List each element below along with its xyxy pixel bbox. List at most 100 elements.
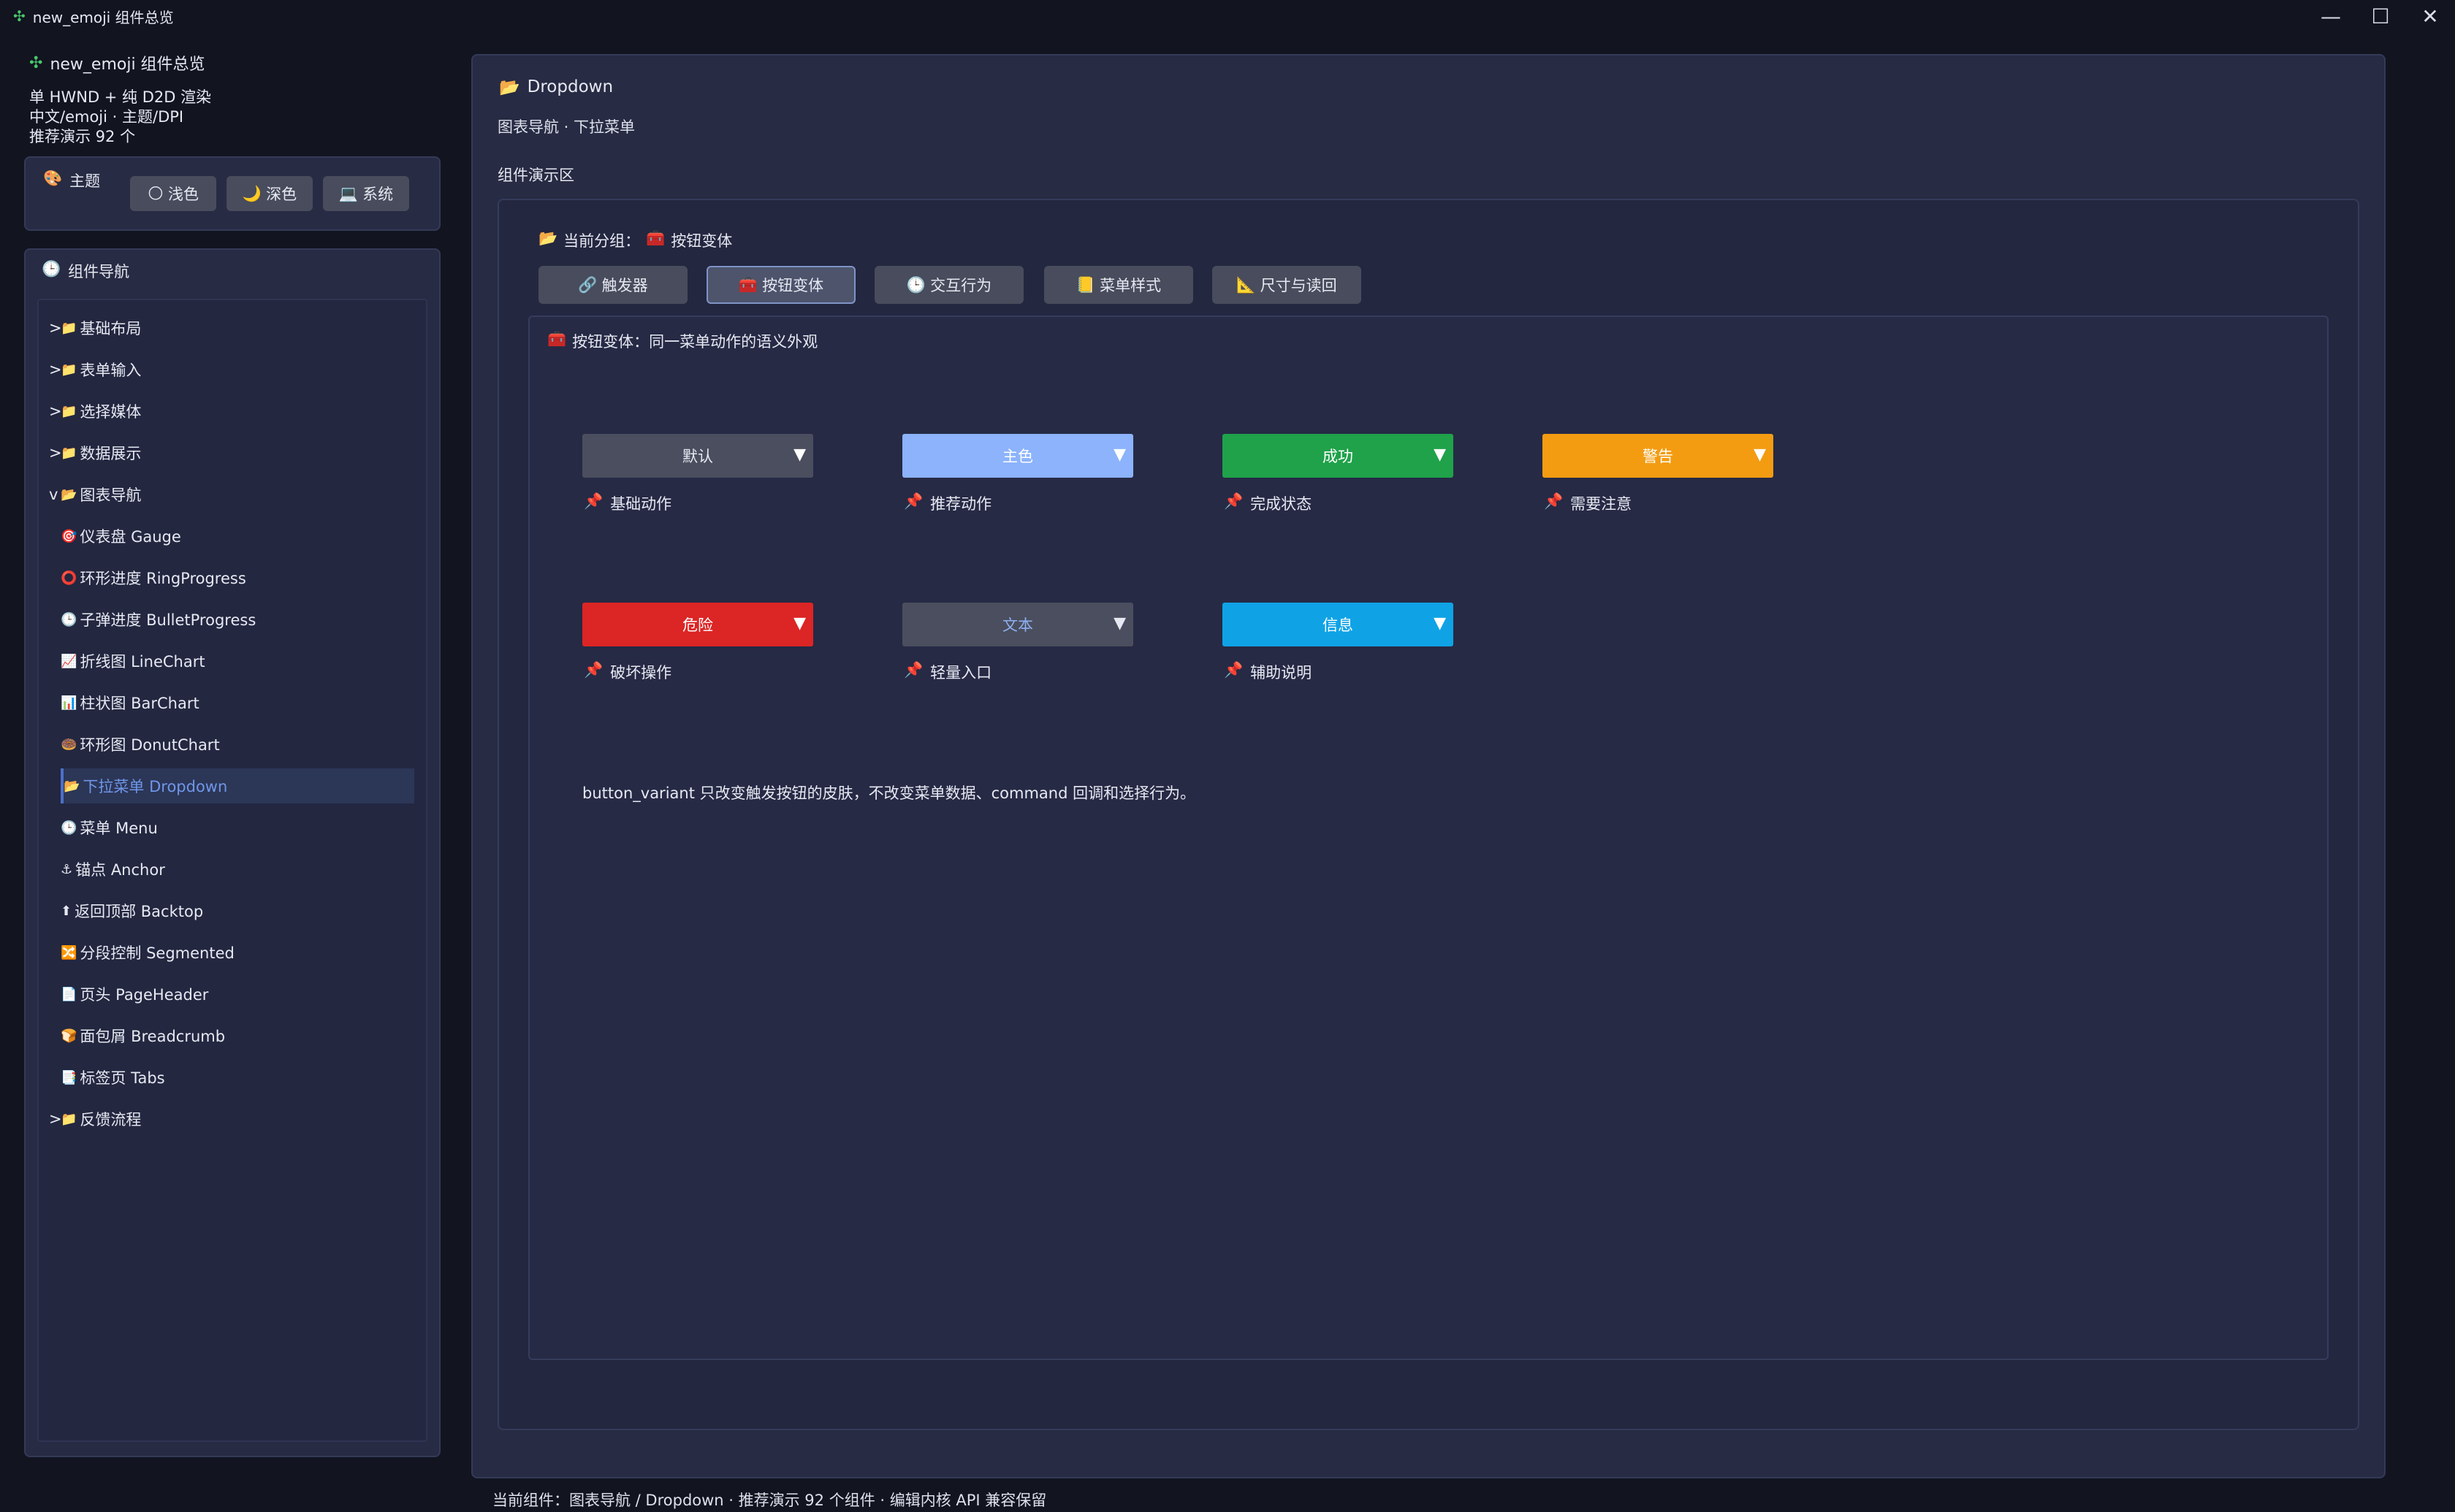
sidebar-item[interactable]: 📄 页头 PageHeader xyxy=(61,977,414,1012)
sidebar-item[interactable]: 🎯 仪表盘 Gauge xyxy=(61,519,414,554)
sidebar-item[interactable]: 🕒 菜单 Menu xyxy=(61,810,414,845)
caption-text: 基础动作 xyxy=(610,495,672,513)
maximize-button[interactable]: ☐ xyxy=(2356,0,2405,32)
variant-caption: 📌 破坏操作 xyxy=(584,661,671,683)
tab-button[interactable]: 📒 菜单样式 xyxy=(1044,266,1193,304)
nav-item-icon: 📊 xyxy=(61,695,77,711)
tab-icon: 🕒 xyxy=(906,275,926,294)
sidebar-item-label: 折线图 LineChart xyxy=(80,653,205,671)
sidebar-item-label: 图表导航 xyxy=(80,486,142,504)
nav-item-icon: 📁 xyxy=(61,1111,77,1127)
tab-button[interactable]: 📐 尺寸与读回 xyxy=(1212,266,1361,304)
variant-caption: 📌 推荐动作 xyxy=(904,492,991,514)
nav-item-icon: 📁 xyxy=(61,403,77,419)
current-group: 📂 当前分组： 🧰 按钮变体 xyxy=(538,229,732,251)
theme-system-button[interactable]: 💻 系统 xyxy=(323,176,409,211)
sidebar-item[interactable]: > 📁 反馈流程 xyxy=(49,1101,414,1137)
info-line-locale: 中文/emoji · 主题/DPI xyxy=(29,108,184,126)
sidebar-item[interactable]: 📈 折线图 LineChart xyxy=(61,644,414,679)
app-puzzle-icon: ✣ xyxy=(13,7,26,25)
clock-icon: 🕒 xyxy=(42,260,61,278)
group-label: 当前分组： xyxy=(563,232,641,250)
sidebar-item[interactable]: 🔀 分段控制 Segmented xyxy=(61,935,414,970)
theme-dark-button[interactable]: 🌙 深色 xyxy=(227,176,313,211)
folder-icon: 📂 xyxy=(499,78,520,97)
sidebar-item[interactable]: 📑 标签页 Tabs xyxy=(61,1060,414,1095)
sidebar-item-label: 面包屑 Breadcrumb xyxy=(80,1028,226,1045)
sidebar-item[interactable]: 📊 柱状图 BarChart xyxy=(61,685,414,720)
tab-button[interactable]: 🧰 按钮变体 xyxy=(707,266,856,304)
tab-button[interactable]: 🔗 触发器 xyxy=(538,266,688,304)
dropdown-trigger-button[interactable]: 警告 ▼ xyxy=(1542,434,1773,478)
pin-icon: 📌 xyxy=(1224,661,1244,679)
sidebar-item[interactable]: 🕒 子弹进度 BulletProgress xyxy=(61,602,414,637)
nav-item-icon: 📈 xyxy=(61,653,77,669)
caption-text: 轻量入口 xyxy=(930,664,992,681)
info-line-count: 推荐演示 92 个 xyxy=(29,128,136,145)
sidebar-item[interactable]: ⭕ 环形进度 RingProgress xyxy=(61,560,414,595)
sidebar-item-label: 标签页 Tabs xyxy=(80,1069,165,1087)
sidebar-item-label: 柱状图 BarChart xyxy=(80,695,199,712)
pin-icon: 📌 xyxy=(584,492,604,510)
dropdown-trigger-button[interactable]: 默认 ▼ xyxy=(582,434,813,478)
sidebar-item[interactable]: > 📁 选择媒体 xyxy=(49,394,414,429)
sidebar-item-label: 菜单 Menu xyxy=(80,820,158,837)
group-value: 按钮变体 xyxy=(671,232,733,250)
folder-icon: 📂 xyxy=(538,229,558,247)
dropdown-trigger-button[interactable]: 主色 ▼ xyxy=(902,434,1133,478)
page-title: Dropdown xyxy=(527,77,614,96)
sidebar-item[interactable]: > 📁 基础布局 xyxy=(49,310,414,345)
close-button[interactable]: ✕ xyxy=(2405,0,2455,32)
sidebar-item-label: 锚点 Anchor xyxy=(75,861,165,879)
expand-chevron-icon: > xyxy=(49,444,62,462)
moon-icon: 🌙 xyxy=(242,184,262,202)
dropdown-trigger-button[interactable]: 成功 ▼ xyxy=(1222,434,1453,478)
pin-icon: 📌 xyxy=(904,492,924,510)
title-bar: ✣ new_emoji 组件总览 — ☐ ✕ xyxy=(0,0,2455,32)
sidebar-item[interactable]: > 📁 表单输入 xyxy=(49,352,414,387)
dropdown-trigger-button[interactable]: 信息 ▼ xyxy=(1222,603,1453,646)
caret-down-icon: ▼ xyxy=(1434,614,1446,633)
sidebar-item[interactable]: ⚓ 锚点 Anchor xyxy=(61,852,414,887)
nav-item-icon: ⬆ xyxy=(61,903,72,919)
sidebar-item[interactable]: 🍞 面包屑 Breadcrumb xyxy=(61,1018,414,1053)
sidebar-item[interactable]: > 📁 数据展示 xyxy=(49,435,414,470)
maximize-icon: ☐ xyxy=(2371,4,2390,28)
nav-card: 🕒 组件导航 > 📁 基础布局 > 📁 表单输入 > 📁 选择媒体 > 📁 数据展示 v 📂 图表导航 🎯 仪表… xyxy=(24,248,441,1457)
minimize-button[interactable]: — xyxy=(2306,0,2356,32)
sidebar-item[interactable]: 📂 下拉菜单 Dropdown xyxy=(61,768,414,803)
sidebar-item-label: 下拉菜单 Dropdown xyxy=(83,778,228,795)
caption-text: 破坏操作 xyxy=(610,664,672,681)
caret-down-icon: ▼ xyxy=(793,446,806,464)
sidebar-item-label: 数据展示 xyxy=(80,445,142,462)
caret-down-icon: ▼ xyxy=(793,614,806,633)
nav-item-icon: 📁 xyxy=(61,320,77,336)
tab-icon: 🔗 xyxy=(578,275,598,294)
dropdown-trigger-button[interactable]: 危险 ▼ xyxy=(582,603,813,646)
variant-caption: 📌 完成状态 xyxy=(1224,492,1312,514)
sidebar-item[interactable]: v 📂 图表导航 xyxy=(49,477,414,512)
caret-down-icon: ▼ xyxy=(1434,446,1446,464)
theme-light-label: 浅色 xyxy=(167,186,199,203)
breadcrumb: 图表导航 · 下拉菜单 xyxy=(498,118,636,136)
nav-item-icon: 📁 xyxy=(61,362,77,378)
laptop-icon: 💻 xyxy=(338,184,359,202)
expand-chevron-icon: > xyxy=(49,402,62,420)
tab-button[interactable]: 🕒 交互行为 xyxy=(875,266,1024,304)
sidebar-item-label: 页头 PageHeader xyxy=(80,986,209,1004)
sidebar-item[interactable]: ⬆ 返回顶部 Backtop xyxy=(61,893,414,928)
theme-dark-label: 深色 xyxy=(266,186,297,203)
dropdown-label: 默认 xyxy=(682,448,713,465)
sidebar-item-label: 表单输入 xyxy=(80,362,142,379)
pin-icon: 📌 xyxy=(1544,492,1564,510)
tab-label: 菜单样式 xyxy=(1100,277,1162,294)
tab-label: 交互行为 xyxy=(930,277,992,294)
dropdown-trigger-button[interactable]: 文本 ▼ xyxy=(902,603,1133,646)
theme-card: 🎨 主题 🌕 浅色 🌙 深色 💻 系统 xyxy=(24,156,441,231)
window-controls: — ☐ ✕ xyxy=(2306,0,2455,32)
puzzle-icon: ✣ xyxy=(29,53,43,72)
sidebar-item[interactable]: 🍩 环形图 DonutChart xyxy=(61,727,414,762)
expand-chevron-icon: v xyxy=(49,486,58,503)
theme-light-button[interactable]: 🌕 浅色 xyxy=(130,176,216,211)
dropdown-label: 成功 xyxy=(1322,448,1353,465)
